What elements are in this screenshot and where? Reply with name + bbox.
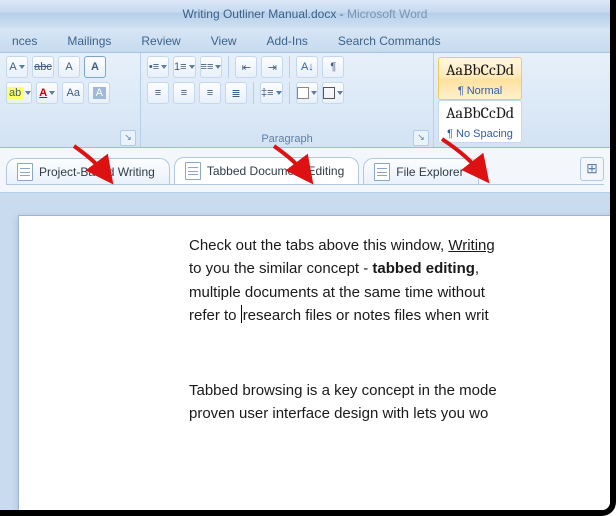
sort-button[interactable]: A↓: [296, 56, 318, 78]
doc-tab-label: File Explorer: [396, 165, 463, 179]
ribbon-tab-view[interactable]: View: [205, 30, 243, 52]
ribbon-tab-references[interactable]: nces: [6, 30, 43, 52]
paragraph-dialog-launcher[interactable]: ↘: [413, 130, 429, 146]
document-page[interactable]: Check out the tabs above this window, Wr…: [18, 215, 610, 513]
doc-tab-tabbed-document-editing[interactable]: Tabbed Document Editing: [174, 157, 359, 184]
grow-font-button[interactable]: A: [6, 56, 28, 78]
doc-tab-project-based-writing[interactable]: Project-Based Writing: [6, 158, 170, 184]
font-dialog-launcher[interactable]: ↘: [120, 130, 136, 146]
numbering-button[interactable]: 1≡: [173, 56, 196, 78]
decrease-indent-button[interactable]: ⇤: [235, 56, 257, 78]
document-icon: [17, 163, 33, 181]
app-name: Microsoft Word: [347, 7, 427, 21]
plus-icon: ⊞: [586, 160, 598, 177]
ribbon-tab-search[interactable]: Search Commands: [332, 30, 447, 52]
strikethrough-button[interactable]: abc: [32, 56, 54, 78]
char-border-button[interactable]: A: [84, 56, 106, 78]
new-tab-button[interactable]: ⊞: [580, 157, 604, 181]
bullets-button[interactable]: •≡: [147, 56, 169, 78]
title-bar: Writing Outliner Manual.docx - Microsoft…: [0, 0, 610, 28]
char-shading-button[interactable]: A: [88, 82, 110, 104]
highlight-button[interactable]: ab: [6, 82, 32, 104]
text-cursor: [241, 305, 242, 323]
paragraph-group-label: Paragraph ↘: [147, 133, 427, 145]
justify-button[interactable]: ≣: [225, 82, 247, 104]
line-spacing-button[interactable]: ‡≡: [260, 82, 283, 104]
align-center-button[interactable]: ≡: [173, 82, 195, 104]
align-left-button[interactable]: ≡: [147, 82, 169, 104]
ribbon-group-font-label: ↘: [6, 133, 134, 145]
change-case-button[interactable]: Aa: [62, 82, 84, 104]
show-marks-button[interactable]: ¶: [322, 56, 344, 78]
document-viewport[interactable]: Check out the tabs above this window, Wr…: [0, 193, 610, 513]
doc-tab-label: Project-Based Writing: [39, 165, 155, 179]
shading-button[interactable]: [296, 82, 318, 104]
doc-tabbar: Project-Based Writing Tabbed Document Ed…: [6, 156, 604, 185]
ribbon-group-font: A abc A A ab A Aa A ↘: [0, 53, 141, 147]
document-title: Writing Outliner Manual.docx: [183, 7, 337, 21]
style-no-spacing[interactable]: AaBbCcDd ¶No Spacing: [438, 100, 522, 143]
doc-tabbar-wrap: Project-Based Writing Tabbed Document Ed…: [0, 148, 610, 193]
ribbon-group-styles: AaBbCcDd ¶Normal AaBbCcDd ¶No Spacing: [434, 53, 610, 147]
doc-tab-label: Tabbed Document Editing: [207, 164, 344, 178]
align-right-button[interactable]: ≡: [199, 82, 221, 104]
ribbon: A abc A A ab A Aa A ↘ •≡: [0, 53, 610, 148]
ribbon-tab-mailings[interactable]: Mailings: [61, 30, 117, 52]
body-text: Check out the tabs above this window, Wr…: [189, 234, 610, 426]
document-icon: [374, 163, 390, 181]
borders-button[interactable]: [322, 82, 344, 104]
ribbon-group-paragraph: •≡ 1≡ ≡≡ ⇤ ⇥ A↓ ¶ ≡ ≡ ≡ ≣ ‡≡: [141, 53, 434, 147]
ribbon-tab-addins[interactable]: Add-Ins: [261, 30, 314, 52]
clear-format-button[interactable]: A: [58, 56, 80, 78]
ribbon-tab-strip: nces Mailings Review View Add-Ins Search…: [0, 28, 610, 53]
doc-tab-file-explorer[interactable]: File Explorer: [363, 158, 478, 184]
increase-indent-button[interactable]: ⇥: [261, 56, 283, 78]
ribbon-tab-review[interactable]: Review: [135, 30, 186, 52]
document-icon: [185, 162, 201, 180]
style-normal[interactable]: AaBbCcDd ¶Normal: [438, 57, 522, 100]
font-color-button[interactable]: A: [36, 82, 58, 104]
multilevel-button[interactable]: ≡≡: [200, 56, 223, 78]
